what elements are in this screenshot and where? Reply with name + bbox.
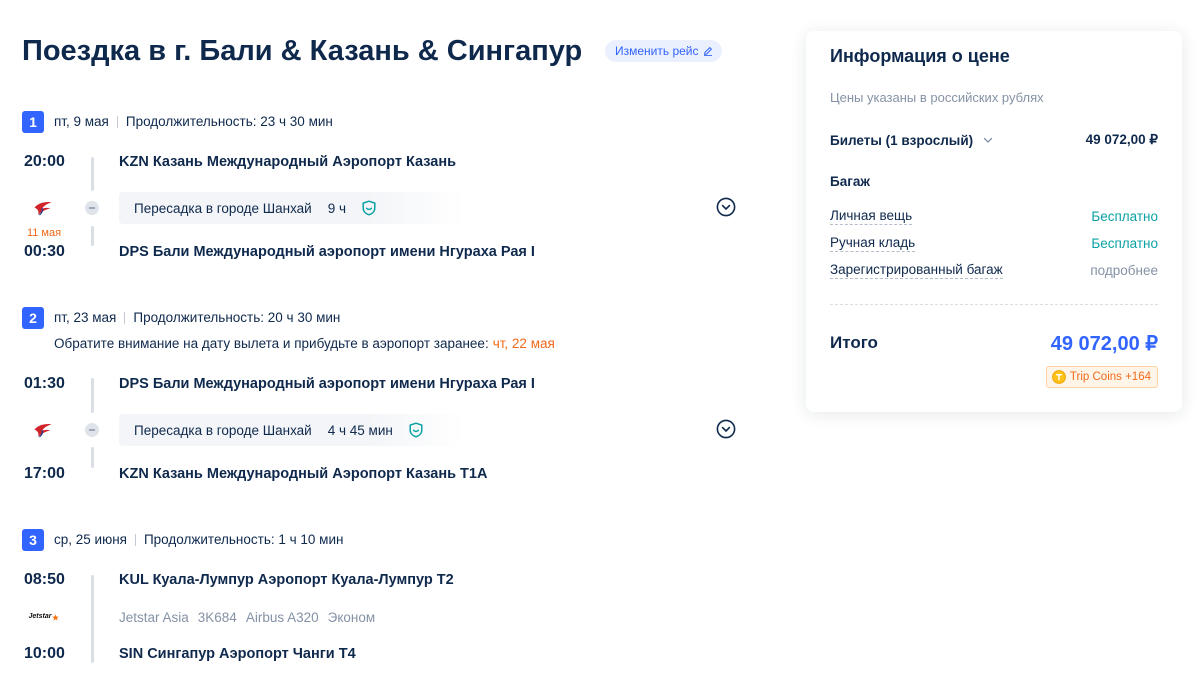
layover-info: Пересадка в городе Шанхай 4 ч 45 мин [119,414,465,446]
segment-duration: Продолжительность: 1 ч 10 мин [143,532,344,547]
jetstar-logo: Jetstar [24,611,64,623]
arrival-airport: KZN Казань Международный Аэропорт Казань… [119,466,488,482]
chevron-down-icon [983,135,993,145]
cabin-class: Эконом [327,610,376,625]
tickets-label: Билеты (1 взрослый) [830,132,974,148]
segment-meta: пт, 9 мая Продолжительность: 23 ч 30 мин [54,111,333,133]
notice-text: Обратите внимание на дату вылета и прибу… [54,336,489,351]
star-icon [52,613,60,621]
baggage-row-carry-on: Ручная кладь Бесплатно [830,233,1158,253]
departure-date-notice: Обратите внимание на дату вылета и прибу… [54,334,555,354]
arrival-row: 10:00 SIN Сингапур Аэропорт Чанги T4 [0,643,760,665]
currency-note: Цены указаны в российских рублях [830,90,1044,105]
segment-meta: ср, 25 июня Продолжительность: 1 ч 10 ми… [54,529,343,551]
layover-stop-icon [85,423,99,437]
layover-label: Пересадка в городе Шанхай [134,422,312,438]
arrival-row: 17:00 KZN Казань Международный Аэропорт … [0,463,760,485]
baggage-value: Бесплатно [1091,208,1158,224]
timeline-line [91,157,94,191]
departure-row: 20:00 KZN Казань Международный Аэропорт … [0,151,760,173]
trip-coins-badge: Trip Coins +164 [1045,366,1158,388]
segment-date: пт, 23 мая [54,310,117,325]
departure-airport: DPS Бали Международный аэропорт имени Нг… [119,376,535,392]
arrival-time: 17:00 [24,465,65,482]
layover-duration: 4 ч 45 мин [327,422,393,438]
segment-number-badge: 1 [22,111,44,133]
layover-duration: 9 ч [327,200,347,216]
meta-divider [116,116,118,128]
segment-date: пт, 9 мая [54,114,109,129]
notice-date: чт, 22 мая [492,336,555,351]
china-eastern-logo [33,421,53,439]
departure-row: 08:50 KUL Куала-Лумпур Аэропорт Куала-Лу… [0,569,760,591]
flight-number: 3K684 [197,610,237,625]
departure-time: 08:50 [24,571,65,588]
layover-stop-icon [85,201,99,215]
jetstar-logo-text: Jetstar [28,613,52,620]
pencil-icon [703,46,713,56]
departure-time: 20:00 [24,153,65,170]
departure-airport: KZN Казань Международный Аэропорт Казань [119,154,456,170]
tickets-row: Билеты (1 взрослый) 49 072,00 ₽ [830,129,1158,151]
arrival-airport: DPS Бали Международный аэропорт имени Нг… [119,244,535,260]
expand-segment-button[interactable] [716,197,736,217]
baggage-value: Бесплатно [1091,235,1158,251]
trip-coins-label: Trip Coins +164 [1069,371,1151,383]
total-label: Итого [830,333,878,352]
shield-icon [362,200,376,216]
expand-segment-button[interactable] [716,419,736,439]
page-title: Поездка в г. Бали & Казань & Сингапур [22,35,583,67]
price-info-card: Информация о цене Цены указаны в российс… [806,31,1182,412]
segment-number-badge: 3 [22,529,44,551]
total-row: Итого 49 072,00 ₽ [830,330,1158,356]
baggage-label[interactable]: Ручная кладь [830,235,916,252]
aircraft-type: Airbus A320 [245,610,319,625]
segment-date: ср, 25 июня [54,532,127,547]
arrival-time: 10:00 [24,645,65,662]
chevron-down-icon [716,419,736,439]
trip-segment-2: 2 пт, 23 мая Продолжительность: 20 ч 30 … [0,307,760,482]
airline-name: Jetstar Asia [119,610,189,625]
price-card-title: Информация о цене [830,46,1010,66]
segment-duration: Продолжительность: 20 ч 30 мин [133,310,341,325]
coin-icon [1052,370,1066,384]
change-flight-button[interactable]: Изменить рейс [605,40,722,62]
china-eastern-logo [33,199,53,217]
baggage-row-personal-item: Личная вещь Бесплатно [830,206,1158,226]
layover-info: Пересадка в городе Шанхай 9 ч [119,192,465,224]
arrival-date-note: 11 мая [26,227,62,239]
baggage-details-link[interactable]: подробнее [1090,263,1158,278]
segment-meta: пт, 23 мая Продолжительность: 20 ч 30 ми… [54,307,340,329]
arrival-row: 00:30 DPS Бали Международный аэропорт им… [0,241,760,263]
tickets-amount: 49 072,00 ₽ [1085,132,1158,147]
baggage-label[interactable]: Личная вещь [830,208,913,225]
arrival-time: 00:30 [24,243,65,260]
timeline-line [91,378,94,413]
departure-row: 01:30 DPS Бали Международный аэропорт им… [0,373,760,395]
flight-info: Jetstar Asia 3K684 Airbus A320 Эконом [119,608,375,628]
baggage-label[interactable]: Зарегистрированный багаж [830,262,1003,279]
departure-time: 01:30 [24,375,65,392]
trip-segment-1: 1 пт, 9 мая Продолжительность: 23 ч 30 м… [0,111,760,271]
baggage-row-checked: Зарегистрированный багаж подробнее [830,260,1158,280]
segment-number-badge: 2 [22,307,44,329]
segment-duration: Продолжительность: 23 ч 30 мин [125,114,333,129]
departure-airport: KUL Куала-Лумпур Аэропорт Куала-Лумпур T… [119,572,454,588]
chevron-down-icon [716,197,736,217]
tickets-toggle[interactable]: Билеты (1 взрослый) [830,133,993,148]
layover-label: Пересадка в городе Шанхай [134,200,312,216]
meta-divider [134,534,136,546]
change-flight-label: Изменить рейс [615,44,699,58]
divider [830,304,1158,305]
trip-segment-3: 3 ср, 25 июня Продолжительность: 1 ч 10 … [0,529,760,689]
total-amount: 49 072,00 ₽ [1050,332,1158,355]
meta-divider [124,312,126,324]
arrival-airport: SIN Сингапур Аэропорт Чанги T4 [119,646,356,662]
shield-icon [409,422,423,438]
baggage-title: Багаж [830,174,870,189]
